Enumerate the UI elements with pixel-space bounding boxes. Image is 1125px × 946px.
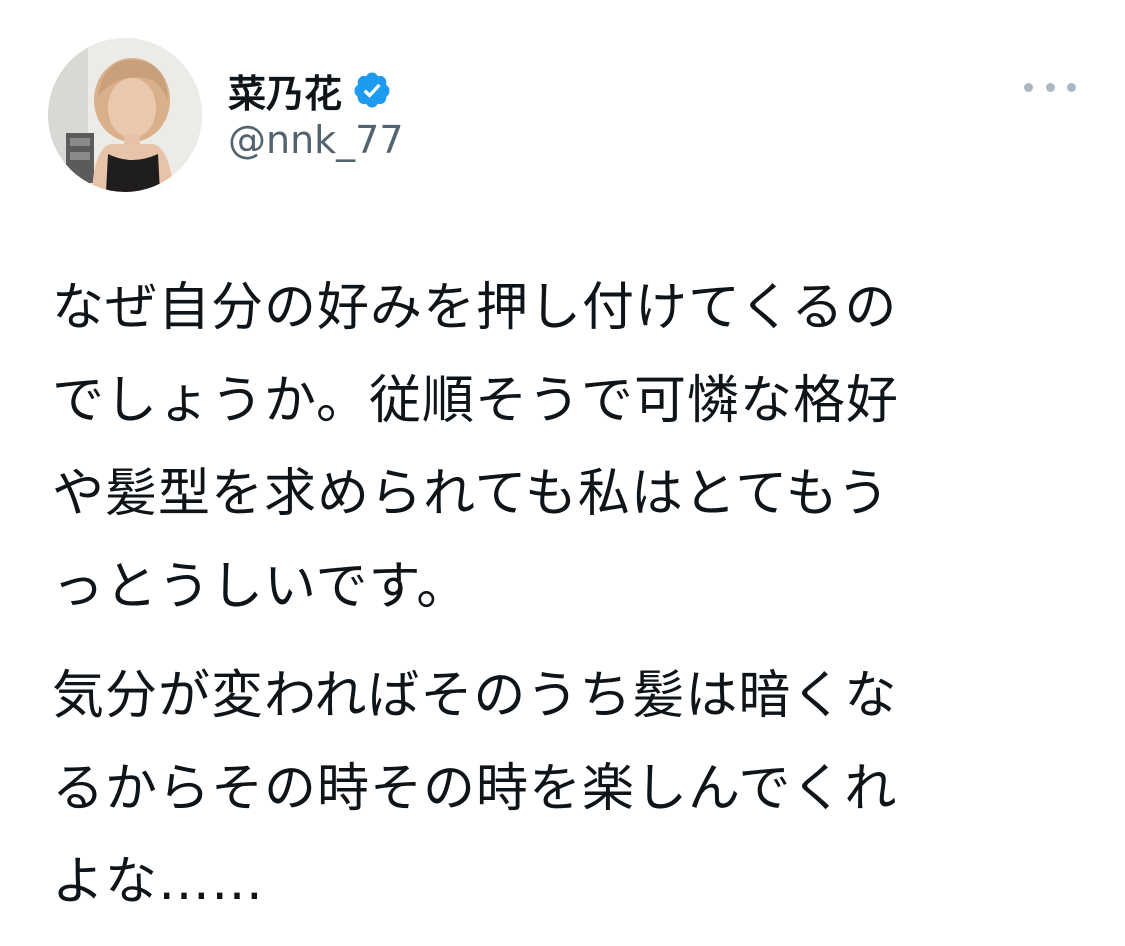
user-name-row: 菜乃花 [228, 62, 392, 118]
more-options-icon[interactable] [1024, 70, 1076, 104]
profile-photo [48, 38, 202, 192]
tweet-text: なぜ自分の好みを押し付けてくるの でしょうか。従順そうで可憐な格好 や髪型を求め… [52, 262, 1052, 945]
verified-badge-icon [352, 70, 392, 110]
more-dot [1045, 82, 1055, 92]
tweet-paragraph: なぜ自分の好みを押し付けてくるの でしょうか。従順そうで可憐な格好 や髪型を求め… [52, 262, 1052, 634]
tweet-line: っとうしいです。 [52, 557, 470, 617]
tweet-line: や髪型を求められても私はとてもう [52, 464, 891, 524]
tweet-line: 気分が変わればそのうち髪は暗くな [52, 666, 898, 726]
tweet-line: でしょうか。従順そうで可憐な格好 [52, 371, 899, 431]
display-name[interactable]: 菜乃花 [228, 63, 342, 118]
tweet-line: なぜ自分の好みを押し付けてくるの [52, 278, 898, 338]
more-dot [1024, 82, 1033, 92]
avatar[interactable] [48, 38, 202, 192]
tweet-paragraph: 気分が変わればそのうち髪は暗くな るからその時その時を楽しんでくれ よな…… [52, 650, 1052, 929]
tweet-line: よな…… [52, 852, 265, 912]
more-dot [1067, 82, 1076, 92]
user-handle[interactable]: @nnk_77 [228, 118, 404, 162]
tweet-line: るからその時その時を楽しんでくれ [52, 759, 898, 819]
tweet-card: 菜乃花 @nnk_77 なぜ自分の好みを押し付けてくるの でしょうか。従順そうで… [0, 0, 1125, 946]
